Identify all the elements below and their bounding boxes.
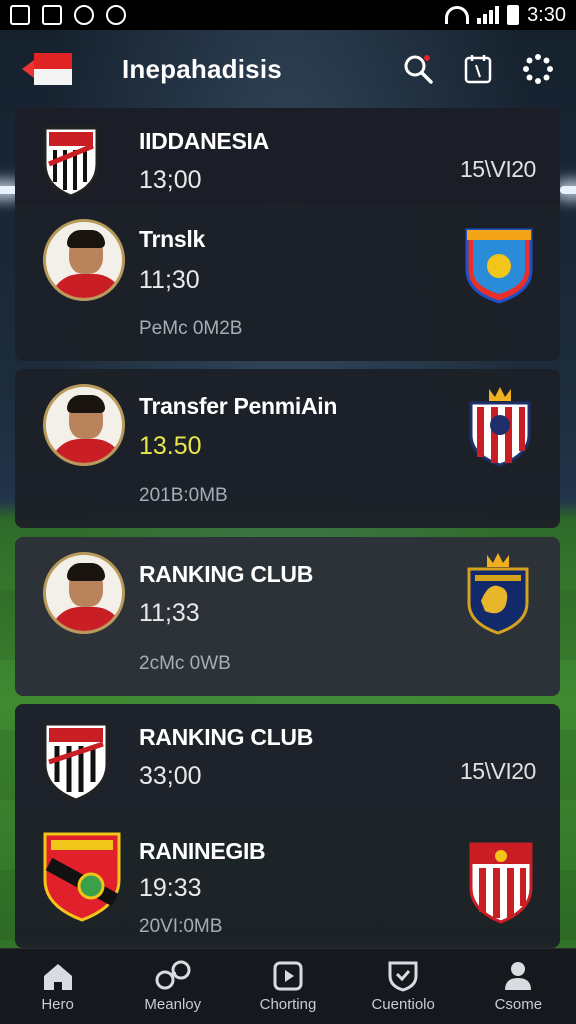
gallery-icon: [10, 5, 30, 25]
bottom-navigation: Hero Meanloy Chorting Cuentiolo Csome: [0, 948, 576, 1024]
ball-icon: [155, 960, 191, 990]
video-icon: [273, 961, 303, 991]
search-icon[interactable]: [402, 53, 434, 85]
sync-icon: [74, 5, 94, 25]
club-crest-icon: [465, 551, 531, 635]
shield-icon: [388, 961, 418, 992]
transfer-card[interactable]: Transfer PenmiAin 13.50 201B:0MB: [15, 369, 560, 528]
settings-icon[interactable]: [522, 53, 554, 85]
nav-item-profile[interactable]: Csome: [463, 960, 573, 1013]
status-time: 3:30: [527, 3, 566, 26]
club-name: RANINEGIB: [139, 838, 266, 864]
home-icon: [43, 964, 72, 990]
club-crest-icon: [41, 720, 111, 802]
battery-icon: [507, 5, 520, 25]
floodlight-right: [560, 186, 576, 194]
calendar-icon[interactable]: [462, 53, 494, 85]
transfer-meta: 201B:0MB: [139, 485, 228, 506]
ranking-title: RANKING CLUB: [139, 561, 313, 587]
flag-back-icon[interactable]: [22, 53, 72, 85]
club-time: 19:33: [139, 874, 202, 902]
nav-item-video[interactable]: Chorting: [233, 960, 343, 1013]
club-crest-icon: [467, 840, 535, 924]
nav-item-home[interactable]: Hero: [3, 960, 113, 1013]
player-meta: PeMc 0M2B: [139, 318, 243, 339]
ranking-time: 33;00: [139, 762, 202, 790]
player-row: Trnslk 11;30 PeMc 0M2B: [15, 204, 560, 361]
nav-label: Cuentiolo: [371, 996, 435, 1013]
page-title: Inepahadisis: [122, 53, 282, 84]
signal-icon: [477, 6, 500, 24]
profile-icon: [505, 962, 532, 990]
ranking-meta: 2cMc 0WB: [139, 653, 231, 674]
club-crest-icon: [463, 226, 535, 304]
nav-item-clubs[interactable]: Cuentiolo: [348, 960, 458, 1013]
notification-icon: [42, 5, 62, 25]
match-card[interactable]: IIDDANESIA 13;00 15\VI20 Trnslk 11;30 Pe…: [15, 108, 560, 361]
ranking-card[interactable]: RANKING CLUB 11;33 2cMc 0WB: [15, 537, 560, 696]
player-avatar: [43, 219, 125, 301]
player-avatar: [43, 552, 125, 634]
status-bar: 3:30: [0, 0, 576, 30]
record-icon: [106, 5, 126, 25]
ranking-card-header: RANKING CLUB 33;00 15\VI20: [15, 704, 560, 814]
ranking-time: 11;33: [139, 599, 200, 627]
club-crest-icon: [467, 385, 533, 467]
player-avatar: [43, 384, 125, 466]
match-score: 15\VI20: [460, 156, 536, 182]
ranking-title: RANKING CLUB: [139, 724, 313, 750]
transfer-time: 13.50: [139, 432, 202, 460]
club-meta: 20VI:0MB: [139, 916, 223, 937]
transfer-title: Transfer PenmiAin: [139, 393, 338, 419]
nav-item-matches[interactable]: Meanloy: [118, 960, 228, 1013]
match-time: 13;00: [139, 166, 202, 194]
nav-label: Meanloy: [144, 996, 202, 1013]
club-crest-icon: [41, 124, 101, 198]
match-card-header: IIDDANESIA 13;00 15\VI20: [15, 108, 560, 204]
player-time: 11;30: [139, 266, 200, 294]
nav-label: Chorting: [259, 996, 317, 1013]
wifi-icon: [445, 6, 470, 24]
match-score: 15\VI20: [460, 758, 536, 784]
player-name: Trnslk: [139, 226, 205, 252]
club-crest-icon: [41, 830, 123, 922]
nav-label: Hero: [41, 996, 74, 1013]
ranking-card[interactable]: RANKING CLUB 33;00 15\VI20 RANINEGIB 19:…: [15, 704, 560, 948]
team-name: IIDDANESIA: [139, 128, 269, 154]
club-row: RANINEGIB 19:33 20VI:0MB: [15, 814, 560, 948]
nav-label: Csome: [494, 996, 543, 1013]
app-header: Inepahadisis: [0, 30, 576, 108]
